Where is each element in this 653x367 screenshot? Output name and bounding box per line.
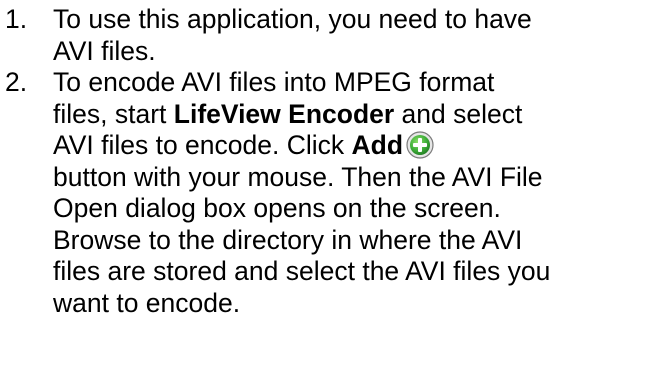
step-text-line: button with your mouse. Then the AVI Fil…	[53, 161, 543, 192]
text-run: files, start	[53, 98, 174, 129]
list-item-step-2: 2. To encode AVI files into MPEG format …	[0, 67, 653, 319]
text-run: AVI files to encode. Click	[53, 130, 352, 160]
step-text-line: files are stored and select the AVI file…	[53, 256, 551, 286]
step-text-line: AVI files.	[53, 35, 156, 66]
step-text-line: To use this application, you need to hav…	[53, 4, 532, 34]
step-text-line: AVI files to encode. Click Add	[53, 130, 653, 162]
add-plus-icon	[406, 131, 434, 159]
text-run: and select	[394, 98, 523, 129]
instructions-list: 1. To use this application, you need to …	[0, 4, 653, 319]
app-name-bold: LifeView Encoder	[173, 98, 395, 129]
step-text-line: want to encode.	[53, 287, 241, 318]
list-item-step-1: 1. To use this application, you need to …	[0, 4, 653, 67]
step-number: 1.	[5, 4, 28, 34]
step-text-line: Open dialog box opens on the screen.	[53, 193, 501, 223]
step-text-line: To encode AVI files into MPEG format	[53, 67, 495, 97]
step-number: 2.	[5, 67, 28, 97]
step-text-line: Browse to the directory in where the AVI	[53, 224, 523, 255]
step-text-line: files, start LifeView Encoder and select	[53, 99, 653, 131]
add-button-label-bold: Add	[351, 130, 404, 160]
